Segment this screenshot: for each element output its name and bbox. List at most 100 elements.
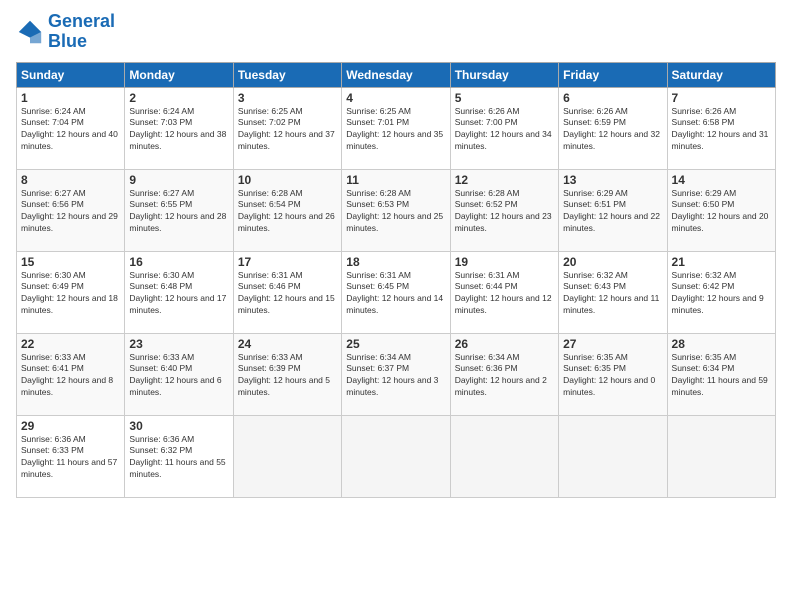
calendar-cell: 29 Sunrise: 6:36 AMSunset: 6:33 PMDaylig…	[17, 415, 125, 497]
day-info: Sunrise: 6:33 AMSunset: 6:40 PMDaylight:…	[129, 352, 228, 400]
day-info: Sunrise: 6:31 AMSunset: 6:46 PMDaylight:…	[238, 270, 337, 318]
weekday-header: Tuesday	[233, 62, 341, 87]
day-info: Sunrise: 6:25 AMSunset: 7:02 PMDaylight:…	[238, 106, 337, 154]
calendar-cell	[559, 415, 667, 497]
calendar-week-row: 15 Sunrise: 6:30 AMSunset: 6:49 PMDaylig…	[17, 251, 776, 333]
day-number: 4	[346, 91, 445, 105]
calendar-week-row: 8 Sunrise: 6:27 AMSunset: 6:56 PMDayligh…	[17, 169, 776, 251]
day-info: Sunrise: 6:33 AMSunset: 6:39 PMDaylight:…	[238, 352, 337, 400]
calendar-week-row: 29 Sunrise: 6:36 AMSunset: 6:33 PMDaylig…	[17, 415, 776, 497]
day-number: 22	[21, 337, 120, 351]
day-info: Sunrise: 6:28 AMSunset: 6:54 PMDaylight:…	[238, 188, 337, 236]
calendar-cell: 6 Sunrise: 6:26 AMSunset: 6:59 PMDayligh…	[559, 87, 667, 169]
day-number: 14	[672, 173, 771, 187]
day-info: Sunrise: 6:32 AMSunset: 6:43 PMDaylight:…	[563, 270, 662, 318]
calendar-cell: 23 Sunrise: 6:33 AMSunset: 6:40 PMDaylig…	[125, 333, 233, 415]
day-number: 1	[21, 91, 120, 105]
calendar-cell: 9 Sunrise: 6:27 AMSunset: 6:55 PMDayligh…	[125, 169, 233, 251]
day-number: 6	[563, 91, 662, 105]
calendar-header-row: SundayMondayTuesdayWednesdayThursdayFrid…	[17, 62, 776, 87]
calendar-cell: 7 Sunrise: 6:26 AMSunset: 6:58 PMDayligh…	[667, 87, 775, 169]
day-info: Sunrise: 6:27 AMSunset: 6:56 PMDaylight:…	[21, 188, 120, 236]
weekday-header: Thursday	[450, 62, 558, 87]
day-number: 27	[563, 337, 662, 351]
calendar-cell: 20 Sunrise: 6:32 AMSunset: 6:43 PMDaylig…	[559, 251, 667, 333]
day-number: 10	[238, 173, 337, 187]
calendar-cell: 14 Sunrise: 6:29 AMSunset: 6:50 PMDaylig…	[667, 169, 775, 251]
day-info: Sunrise: 6:24 AMSunset: 7:03 PMDaylight:…	[129, 106, 228, 154]
day-info: Sunrise: 6:24 AMSunset: 7:04 PMDaylight:…	[21, 106, 120, 154]
day-number: 18	[346, 255, 445, 269]
calendar-cell: 18 Sunrise: 6:31 AMSunset: 6:45 PMDaylig…	[342, 251, 450, 333]
day-number: 16	[129, 255, 228, 269]
calendar-cell: 19 Sunrise: 6:31 AMSunset: 6:44 PMDaylig…	[450, 251, 558, 333]
day-info: Sunrise: 6:26 AMSunset: 7:00 PMDaylight:…	[455, 106, 554, 154]
day-info: Sunrise: 6:31 AMSunset: 6:45 PMDaylight:…	[346, 270, 445, 318]
day-info: Sunrise: 6:34 AMSunset: 6:37 PMDaylight:…	[346, 352, 445, 400]
day-info: Sunrise: 6:32 AMSunset: 6:42 PMDaylight:…	[672, 270, 771, 318]
calendar-cell: 4 Sunrise: 6:25 AMSunset: 7:01 PMDayligh…	[342, 87, 450, 169]
day-info: Sunrise: 6:33 AMSunset: 6:41 PMDaylight:…	[21, 352, 120, 400]
day-number: 24	[238, 337, 337, 351]
calendar-cell: 24 Sunrise: 6:33 AMSunset: 6:39 PMDaylig…	[233, 333, 341, 415]
day-number: 9	[129, 173, 228, 187]
calendar-cell: 8 Sunrise: 6:27 AMSunset: 6:56 PMDayligh…	[17, 169, 125, 251]
day-info: Sunrise: 6:36 AMSunset: 6:33 PMDaylight:…	[21, 434, 120, 482]
day-number: 23	[129, 337, 228, 351]
logo-text: General Blue	[48, 12, 115, 52]
day-number: 12	[455, 173, 554, 187]
calendar-cell: 1 Sunrise: 6:24 AMSunset: 7:04 PMDayligh…	[17, 87, 125, 169]
day-number: 2	[129, 91, 228, 105]
calendar-cell: 2 Sunrise: 6:24 AMSunset: 7:03 PMDayligh…	[125, 87, 233, 169]
calendar-cell	[342, 415, 450, 497]
calendar-cell: 26 Sunrise: 6:34 AMSunset: 6:36 PMDaylig…	[450, 333, 558, 415]
weekday-header: Friday	[559, 62, 667, 87]
day-info: Sunrise: 6:36 AMSunset: 6:32 PMDaylight:…	[129, 434, 228, 482]
day-number: 3	[238, 91, 337, 105]
calendar-cell: 11 Sunrise: 6:28 AMSunset: 6:53 PMDaylig…	[342, 169, 450, 251]
day-info: Sunrise: 6:25 AMSunset: 7:01 PMDaylight:…	[346, 106, 445, 154]
day-info: Sunrise: 6:35 AMSunset: 6:34 PMDaylight:…	[672, 352, 771, 400]
calendar-cell: 28 Sunrise: 6:35 AMSunset: 6:34 PMDaylig…	[667, 333, 775, 415]
day-number: 11	[346, 173, 445, 187]
calendar-cell: 27 Sunrise: 6:35 AMSunset: 6:35 PMDaylig…	[559, 333, 667, 415]
weekday-header: Sunday	[17, 62, 125, 87]
day-info: Sunrise: 6:26 AMSunset: 6:59 PMDaylight:…	[563, 106, 662, 154]
logo-icon	[16, 18, 44, 46]
calendar-body: 1 Sunrise: 6:24 AMSunset: 7:04 PMDayligh…	[17, 87, 776, 497]
calendar-cell: 10 Sunrise: 6:28 AMSunset: 6:54 PMDaylig…	[233, 169, 341, 251]
day-info: Sunrise: 6:29 AMSunset: 6:51 PMDaylight:…	[563, 188, 662, 236]
calendar-cell: 21 Sunrise: 6:32 AMSunset: 6:42 PMDaylig…	[667, 251, 775, 333]
weekday-header: Monday	[125, 62, 233, 87]
day-number: 28	[672, 337, 771, 351]
calendar-cell: 5 Sunrise: 6:26 AMSunset: 7:00 PMDayligh…	[450, 87, 558, 169]
calendar-cell: 25 Sunrise: 6:34 AMSunset: 6:37 PMDaylig…	[342, 333, 450, 415]
day-info: Sunrise: 6:35 AMSunset: 6:35 PMDaylight:…	[563, 352, 662, 400]
day-number: 17	[238, 255, 337, 269]
day-number: 29	[21, 419, 120, 433]
calendar-cell: 15 Sunrise: 6:30 AMSunset: 6:49 PMDaylig…	[17, 251, 125, 333]
day-info: Sunrise: 6:31 AMSunset: 6:44 PMDaylight:…	[455, 270, 554, 318]
day-number: 5	[455, 91, 554, 105]
header: General Blue	[16, 12, 776, 52]
calendar-cell: 30 Sunrise: 6:36 AMSunset: 6:32 PMDaylig…	[125, 415, 233, 497]
logo: General Blue	[16, 12, 115, 52]
day-info: Sunrise: 6:26 AMSunset: 6:58 PMDaylight:…	[672, 106, 771, 154]
day-info: Sunrise: 6:27 AMSunset: 6:55 PMDaylight:…	[129, 188, 228, 236]
day-number: 25	[346, 337, 445, 351]
calendar-cell	[233, 415, 341, 497]
day-info: Sunrise: 6:30 AMSunset: 6:48 PMDaylight:…	[129, 270, 228, 318]
weekday-header: Saturday	[667, 62, 775, 87]
calendar-cell: 22 Sunrise: 6:33 AMSunset: 6:41 PMDaylig…	[17, 333, 125, 415]
day-info: Sunrise: 6:28 AMSunset: 6:52 PMDaylight:…	[455, 188, 554, 236]
calendar-cell: 16 Sunrise: 6:30 AMSunset: 6:48 PMDaylig…	[125, 251, 233, 333]
day-info: Sunrise: 6:29 AMSunset: 6:50 PMDaylight:…	[672, 188, 771, 236]
calendar: SundayMondayTuesdayWednesdayThursdayFrid…	[16, 62, 776, 498]
calendar-week-row: 1 Sunrise: 6:24 AMSunset: 7:04 PMDayligh…	[17, 87, 776, 169]
day-number: 21	[672, 255, 771, 269]
page: General Blue SundayMondayTuesdayWednesda…	[0, 0, 792, 612]
day-number: 8	[21, 173, 120, 187]
day-info: Sunrise: 6:30 AMSunset: 6:49 PMDaylight:…	[21, 270, 120, 318]
day-number: 15	[21, 255, 120, 269]
calendar-cell	[667, 415, 775, 497]
